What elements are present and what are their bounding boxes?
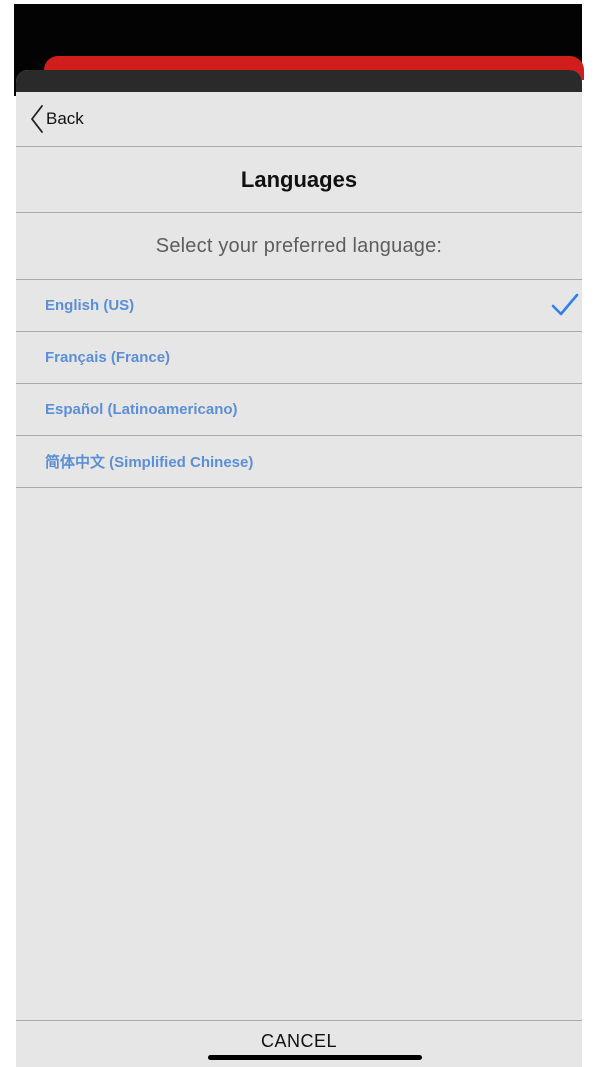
language-option-label: Español (Latinoamericano) — [45, 401, 238, 418]
footer-bar: CANCEL — [16, 1020, 582, 1067]
prompt-bar: Select your preferred language: — [16, 213, 582, 280]
language-option-label: 简体中文 (Simplified Chinese) — [45, 454, 254, 471]
sheet-top-edge — [16, 70, 582, 92]
language-option-french[interactable]: Français (France) — [16, 332, 582, 384]
language-option-label: English (US) — [45, 297, 135, 314]
screen: Back Languages Select your preferred lan… — [0, 0, 595, 1067]
language-option-spanish[interactable]: Español (Latinoamericano) — [16, 384, 582, 436]
language-option-chinese[interactable]: 简体中文 (Simplified Chinese) — [16, 436, 582, 488]
back-label: Back — [46, 109, 84, 128]
checkmark-icon — [550, 292, 580, 323]
cancel-button[interactable]: CANCEL — [16, 1031, 582, 1052]
language-sheet: Back Languages Select your preferred lan… — [16, 70, 582, 1067]
language-option-label: Français (France) — [45, 349, 171, 366]
chevron-left-icon — [30, 104, 44, 134]
navigation-bar: Back — [16, 92, 582, 147]
title-bar: Languages — [16, 147, 582, 213]
home-indicator — [208, 1055, 422, 1060]
language-prompt: Select your preferred language: — [155, 234, 443, 257]
language-option-english[interactable]: English (US) — [16, 280, 582, 332]
back-button[interactable]: Back — [30, 102, 84, 136]
page-title: Languages — [240, 166, 358, 192]
language-list: English (US) Français (France) Español (… — [16, 280, 582, 488]
